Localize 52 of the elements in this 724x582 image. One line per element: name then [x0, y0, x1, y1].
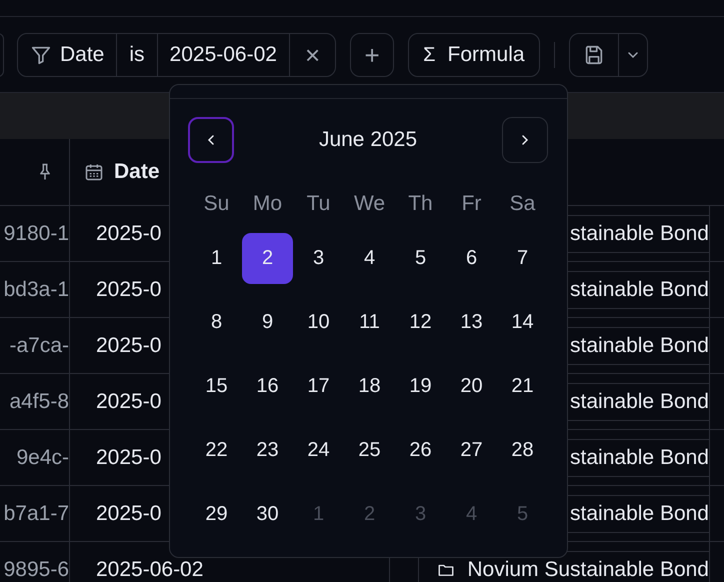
- filter-icon: [30, 44, 52, 66]
- column-header[interactable]: Date: [114, 160, 160, 184]
- day-button[interactable]: 15: [191, 360, 242, 412]
- day-button[interactable]: 1: [191, 232, 242, 284]
- table-cell: 9180-1: [4, 222, 69, 246]
- filter-chip[interactable]: Date is 2025-06-02 ×: [17, 33, 336, 77]
- day-button[interactable]: 29: [191, 488, 242, 540]
- day-button[interactable]: 18: [344, 360, 395, 412]
- table-cell-text: 2025-0: [95, 446, 162, 470]
- previous-month-button[interactable]: [188, 117, 234, 163]
- day-button[interactable]: 11: [344, 296, 395, 348]
- add-filter-button[interactable]: +: [350, 33, 394, 77]
- table-cell: b7a1-7: [4, 502, 69, 526]
- day-button[interactable]: 3: [293, 232, 344, 284]
- weekday-label: Sa: [508, 191, 536, 217]
- weekday-label: Su: [202, 191, 230, 217]
- next-month-button[interactable]: [502, 117, 548, 163]
- calendar-icon: [84, 162, 104, 182]
- day-button[interactable]: 25: [344, 424, 395, 476]
- day-button[interactable]: 17: [293, 360, 344, 412]
- weekday-label: Fr: [460, 191, 482, 217]
- formula-button[interactable]: Σ Formula: [408, 33, 540, 77]
- weekday-label: Th: [407, 191, 434, 217]
- table-cell-text: 2025-0: [95, 278, 162, 302]
- table-cell: -a7ca-: [9, 334, 69, 358]
- month-title: June 2025: [318, 128, 418, 152]
- table-cell-text: 2025-06-02: [95, 558, 204, 582]
- clear-filter-button[interactable]: ×: [288, 34, 336, 76]
- table-cell: 9e4c-: [16, 446, 69, 470]
- day-button[interactable]: 23: [242, 424, 293, 476]
- table-cell-text: 2025-0: [95, 334, 162, 358]
- filter-operator-button[interactable]: is: [116, 34, 157, 76]
- day-button[interactable]: 8: [191, 296, 242, 348]
- table-cell-text: 2025-0: [95, 502, 162, 526]
- day-button[interactable]: 24: [293, 424, 344, 476]
- day-button[interactable]: 9: [242, 296, 293, 348]
- weekday-label: We: [352, 191, 386, 217]
- table-cell-text: 2025-0: [95, 222, 162, 246]
- day-button[interactable]: 30: [242, 488, 293, 540]
- day-button[interactable]: 4: [344, 232, 395, 284]
- day-button[interactable]: 2: [242, 232, 293, 284]
- table-cell: 9895-6: [4, 558, 69, 582]
- weekday-label: Tu: [306, 191, 332, 217]
- day-button[interactable]: 16: [242, 360, 293, 412]
- table-cell-text: 2025-0: [95, 390, 162, 414]
- table-cell: bd3a-1: [4, 278, 69, 302]
- table-cell: a4f5-8: [9, 390, 69, 414]
- weekday-label: Mo: [252, 191, 284, 217]
- day-button[interactable]: 10: [293, 296, 344, 348]
- filter-value-button[interactable]: 2025-06-02: [156, 34, 289, 76]
- filter-field-button[interactable]: Date: [18, 34, 116, 76]
- day-button[interactable]: 22: [191, 424, 242, 476]
